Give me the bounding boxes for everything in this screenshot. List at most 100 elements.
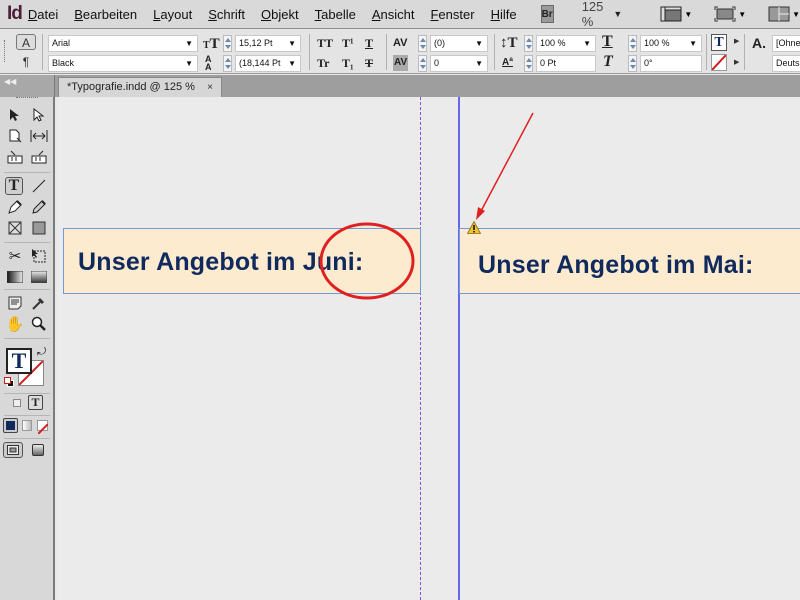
superscript-button[interactable]: T¹ (342, 35, 354, 51)
apply-gradient-button[interactable] (22, 420, 32, 431)
baseline-shift-field[interactable]: 0 Pt (536, 55, 596, 72)
all-caps-button[interactable]: TT (317, 35, 333, 51)
fill-swatch[interactable]: T (6, 348, 32, 374)
stroke-color-swatch[interactable] (711, 54, 727, 71)
document-canvas[interactable]: Unser Angebot im Juni: Unser Angebot im … (57, 97, 800, 600)
free-transform-tool-icon[interactable] (30, 247, 48, 265)
warning-icon[interactable] (467, 221, 481, 234)
formatting-container-button[interactable] (13, 399, 21, 407)
skew-field[interactable]: 0° (640, 55, 702, 72)
menu-fenster[interactable]: Fenster (424, 7, 484, 22)
menu-schrift[interactable]: Schrift (202, 7, 255, 22)
character-style-select[interactable]: [Ohne (772, 35, 800, 52)
normal-view-button[interactable] (3, 442, 23, 458)
gradient-swatch-tool-icon[interactable] (6, 268, 24, 286)
fill-color-swatch[interactable]: T (711, 34, 727, 51)
zoom-dropdown-icon[interactable]: ▼ (613, 9, 622, 19)
close-tab-icon[interactable]: × (207, 78, 213, 97)
separator (4, 172, 50, 173)
language-select[interactable]: Deuts (772, 55, 800, 72)
font-style-select[interactable]: Black ▼ (48, 55, 198, 72)
hand-tool-icon[interactable]: ✋ (6, 315, 25, 333)
skew-stepper[interactable] (628, 55, 637, 72)
strikethrough-button[interactable]: T (365, 55, 373, 71)
document-tab[interactable]: *Typografie.indd @ 125 % × (58, 77, 222, 97)
fill-menu-arrow[interactable]: ▶ (734, 37, 739, 45)
vertical-scale-field[interactable]: 100 % ▼ (536, 35, 596, 52)
underline-button[interactable]: T (365, 35, 373, 51)
tools-panel: T ✂ ✋ T ⤾ T (0, 97, 55, 600)
pen-tool-icon[interactable] (6, 198, 24, 216)
eyedropper-tool-icon[interactable] (30, 294, 48, 312)
note-tool-icon[interactable] (6, 294, 24, 312)
text-frame-right[interactable]: Unser Angebot im Mai: (459, 228, 800, 294)
apply-none-button[interactable] (37, 420, 49, 435)
tracking-field[interactable]: 0 ▼ (430, 55, 488, 72)
gap-tool-icon[interactable] (30, 127, 48, 145)
rectangle-tool-icon[interactable] (30, 219, 48, 237)
character-style-icon: A. (752, 35, 766, 51)
vertical-scale-stepper[interactable] (524, 35, 533, 52)
bridge-button[interactable]: Br (540, 5, 554, 23)
formatting-text-button[interactable]: T (28, 395, 43, 410)
menu-datei[interactable]: Datei (22, 7, 68, 22)
menu-objekt[interactable]: Objekt (255, 7, 309, 22)
character-formatting-button[interactable]: A (16, 34, 36, 50)
type-tool-icon[interactable]: T (5, 177, 23, 195)
panel-grip[interactable] (16, 97, 38, 100)
tracking-stepper[interactable] (418, 55, 427, 72)
font-size-stepper[interactable] (223, 35, 232, 52)
font-size-field[interactable]: 15,12 Pt ▼ (235, 35, 301, 52)
default-fill-stroke-icon[interactable] (4, 377, 14, 387)
page-tool-icon[interactable] (6, 127, 24, 145)
preview-mode-button[interactable] (32, 444, 44, 456)
kerning-field[interactable]: (0) ▼ (430, 35, 488, 52)
stroke-menu-arrow[interactable]: ▶ (734, 58, 739, 66)
panel-grip[interactable] (4, 40, 7, 62)
subscript-button[interactable]: T₁ (342, 55, 354, 71)
dropdown-icon: ▼ (475, 59, 483, 68)
menu-bearbeiten[interactable]: Bearbeiten (68, 7, 147, 22)
font-family-select[interactable]: Arial ▼ (48, 35, 198, 52)
baseline-shift-stepper[interactable] (524, 55, 533, 72)
dropdown-icon: ▼ (185, 59, 193, 68)
text-fill-icon: T (11, 348, 27, 373)
leading-stepper[interactable] (223, 55, 232, 72)
horizontal-scale-field[interactable]: 100 % ▼ (640, 35, 702, 52)
rectangle-frame-tool-icon[interactable] (6, 219, 24, 237)
content-collector-tool-icon[interactable] (6, 148, 24, 166)
separator (4, 338, 50, 339)
screen-mode-button[interactable]: ▼ (660, 6, 692, 22)
horizontal-scale-stepper[interactable] (628, 35, 637, 52)
line-tool-icon[interactable] (30, 177, 48, 195)
small-caps-button[interactable]: Tr (317, 55, 329, 71)
swap-fill-stroke-icon[interactable]: ⤾ (37, 346, 46, 359)
gradient-feather-tool-icon[interactable] (30, 268, 48, 286)
screen-mode-dropdown[interactable]: ▼ (714, 6, 746, 22)
collapse-panel-icon[interactable]: ◀◀ (4, 77, 16, 86)
menu-tabelle[interactable]: Tabelle (309, 7, 366, 22)
app-logo: Id (7, 3, 23, 24)
content-placer-tool-icon[interactable] (30, 148, 48, 166)
apply-color-button[interactable] (3, 418, 18, 433)
selection-tool-icon[interactable] (6, 106, 24, 124)
menu-layout[interactable]: Layout (147, 7, 202, 22)
zoom-tool-icon[interactable] (30, 315, 48, 333)
arrange-documents-dropdown[interactable]: ▼ (768, 6, 800, 22)
kerning-stepper[interactable] (418, 35, 427, 52)
direct-selection-tool-icon[interactable] (30, 106, 48, 124)
menu-ansicht[interactable]: Ansicht (366, 7, 425, 22)
font-size-icon: TT (203, 36, 220, 52)
pencil-tool-icon[interactable] (30, 198, 48, 216)
leading-field[interactable]: (18,144 Pt ▼ (235, 55, 301, 72)
paragraph-formatting-button[interactable]: ¶ (16, 54, 36, 70)
menu-hilfe[interactable]: Hilfe (485, 7, 527, 22)
separator (4, 415, 50, 416)
dropdown-icon: ▼ (475, 39, 483, 48)
page-edge-guide (458, 97, 460, 600)
text-frame-left[interactable]: Unser Angebot im Juni: (63, 228, 421, 294)
zoom-level-select[interactable]: 125 % (582, 0, 604, 29)
arrange-documents-icon (768, 6, 790, 22)
scissors-tool-icon[interactable]: ✂ (6, 247, 24, 265)
indesign-window: Id Datei Bearbeiten Layout Schrift Objek… (0, 0, 800, 600)
